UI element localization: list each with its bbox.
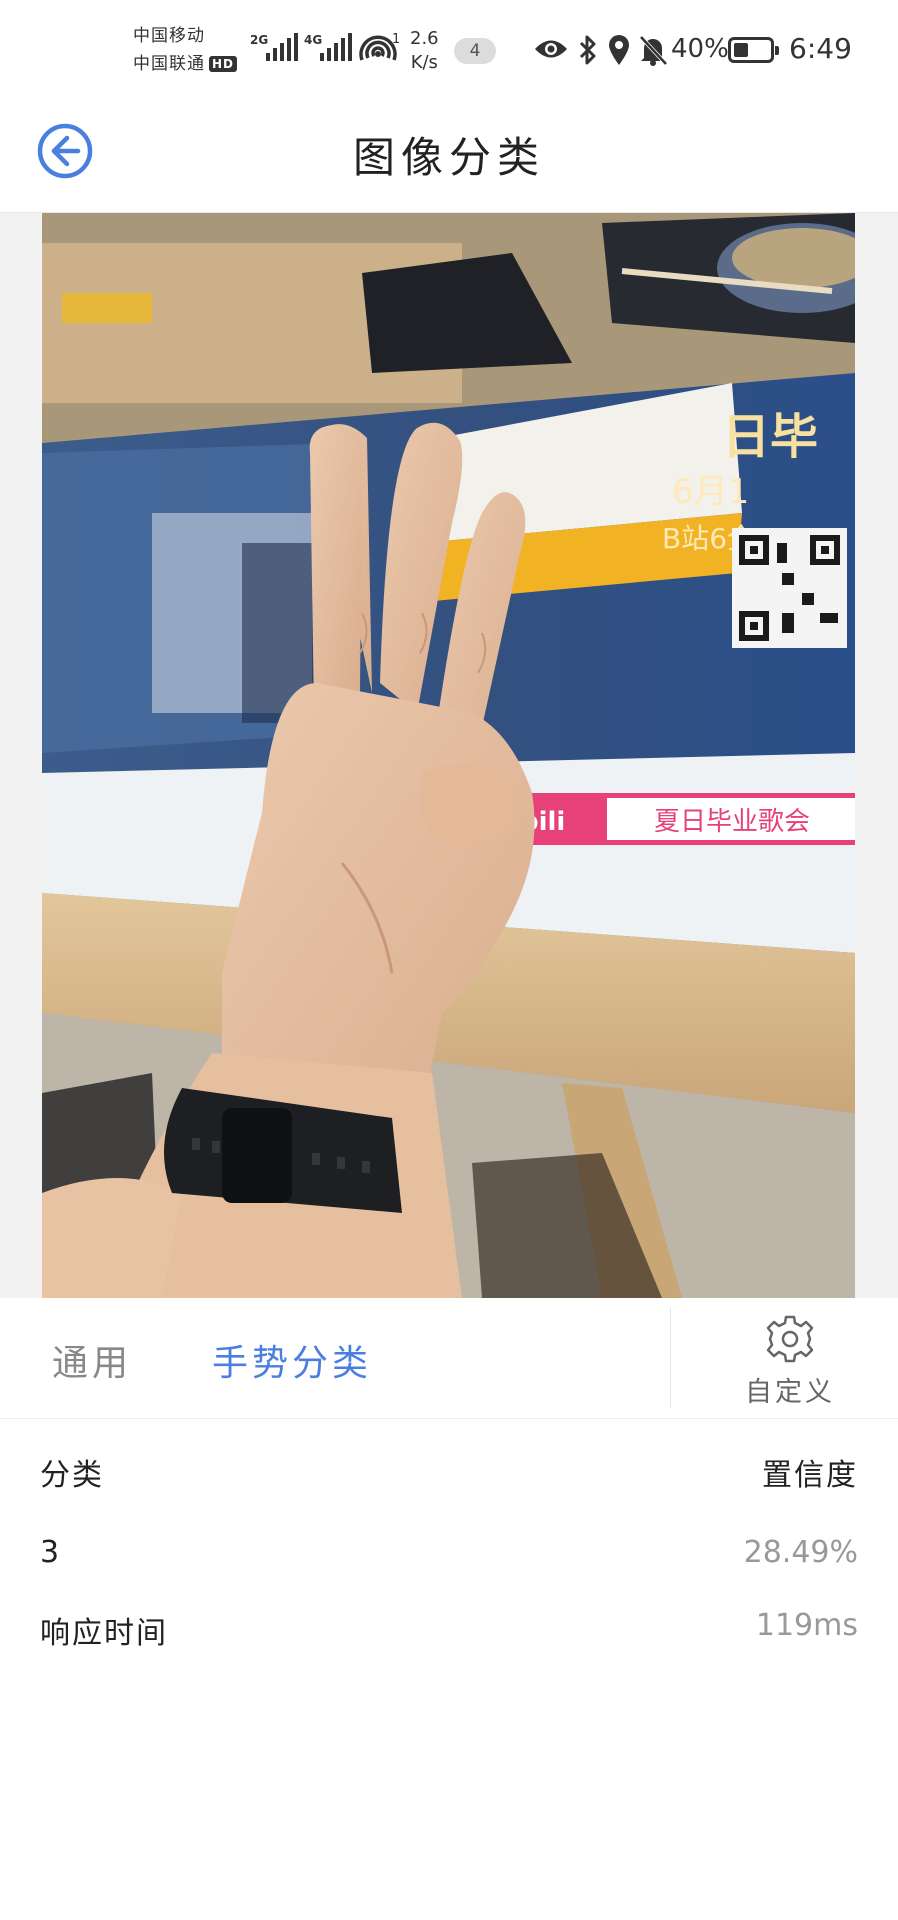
confidence-column-header: 置信度 bbox=[762, 1458, 858, 1493]
carrier-2: 中国联通 bbox=[133, 54, 205, 74]
hd-badge: HD bbox=[209, 56, 238, 72]
battery-icon bbox=[728, 37, 779, 63]
tab-divider bbox=[670, 1308, 671, 1408]
tab-general[interactable]: 通用 bbox=[52, 1334, 132, 1386]
gear-icon bbox=[766, 1315, 814, 1363]
battery-percent: 40% bbox=[671, 34, 729, 64]
notification-count-badge: 4 bbox=[454, 38, 496, 64]
page-title: 图像分类 bbox=[352, 133, 545, 182]
tab-gesture-classification[interactable]: 手势分类 bbox=[212, 1334, 372, 1386]
image-preview-area: 日毕 6月1 B站6全 bili 夏日毕业歌会 bbox=[0, 213, 898, 1298]
bluetooth-icon bbox=[579, 35, 596, 65]
poster-headline: 日毕 bbox=[722, 409, 818, 465]
response-time-label: 响应时间 bbox=[40, 1616, 168, 1651]
hotspot-count: 1 bbox=[392, 32, 401, 47]
poster-date: 6月1 bbox=[672, 472, 749, 512]
status-bar: 中国移动 中国联通 HD 2G 4G 1 2.6 K/s 4 40% 6:49 bbox=[0, 0, 898, 100]
carrier-1: 中国移动 bbox=[133, 26, 205, 46]
response-time-value: 119ms bbox=[755, 1608, 858, 1643]
eye-comfort-icon bbox=[535, 40, 567, 58]
custom-label: 自定义 bbox=[745, 1377, 835, 1408]
poster-caption: 夏日毕业歌会 bbox=[654, 807, 810, 837]
location-icon bbox=[609, 35, 629, 65]
custom-button[interactable]: 自定义 bbox=[740, 1314, 840, 1408]
clock: 6:49 bbox=[789, 32, 852, 65]
class-value: 3 bbox=[40, 1535, 62, 1570]
net-speed: 2.6 K/s bbox=[410, 28, 439, 73]
confidence-value: 28.49% bbox=[743, 1535, 858, 1570]
classified-photo: 日毕 6月1 B站6全 bili 夏日毕业歌会 bbox=[42, 213, 855, 1298]
class-column-header: 分类 bbox=[40, 1458, 104, 1493]
mute-bell-icon bbox=[639, 35, 668, 66]
carrier-info: 中国移动 中国联通 HD bbox=[133, 22, 238, 78]
title-bar: 图像分类 bbox=[0, 100, 898, 213]
classifier-tabs: 通用 手势分类 自定义 bbox=[0, 1298, 898, 1419]
